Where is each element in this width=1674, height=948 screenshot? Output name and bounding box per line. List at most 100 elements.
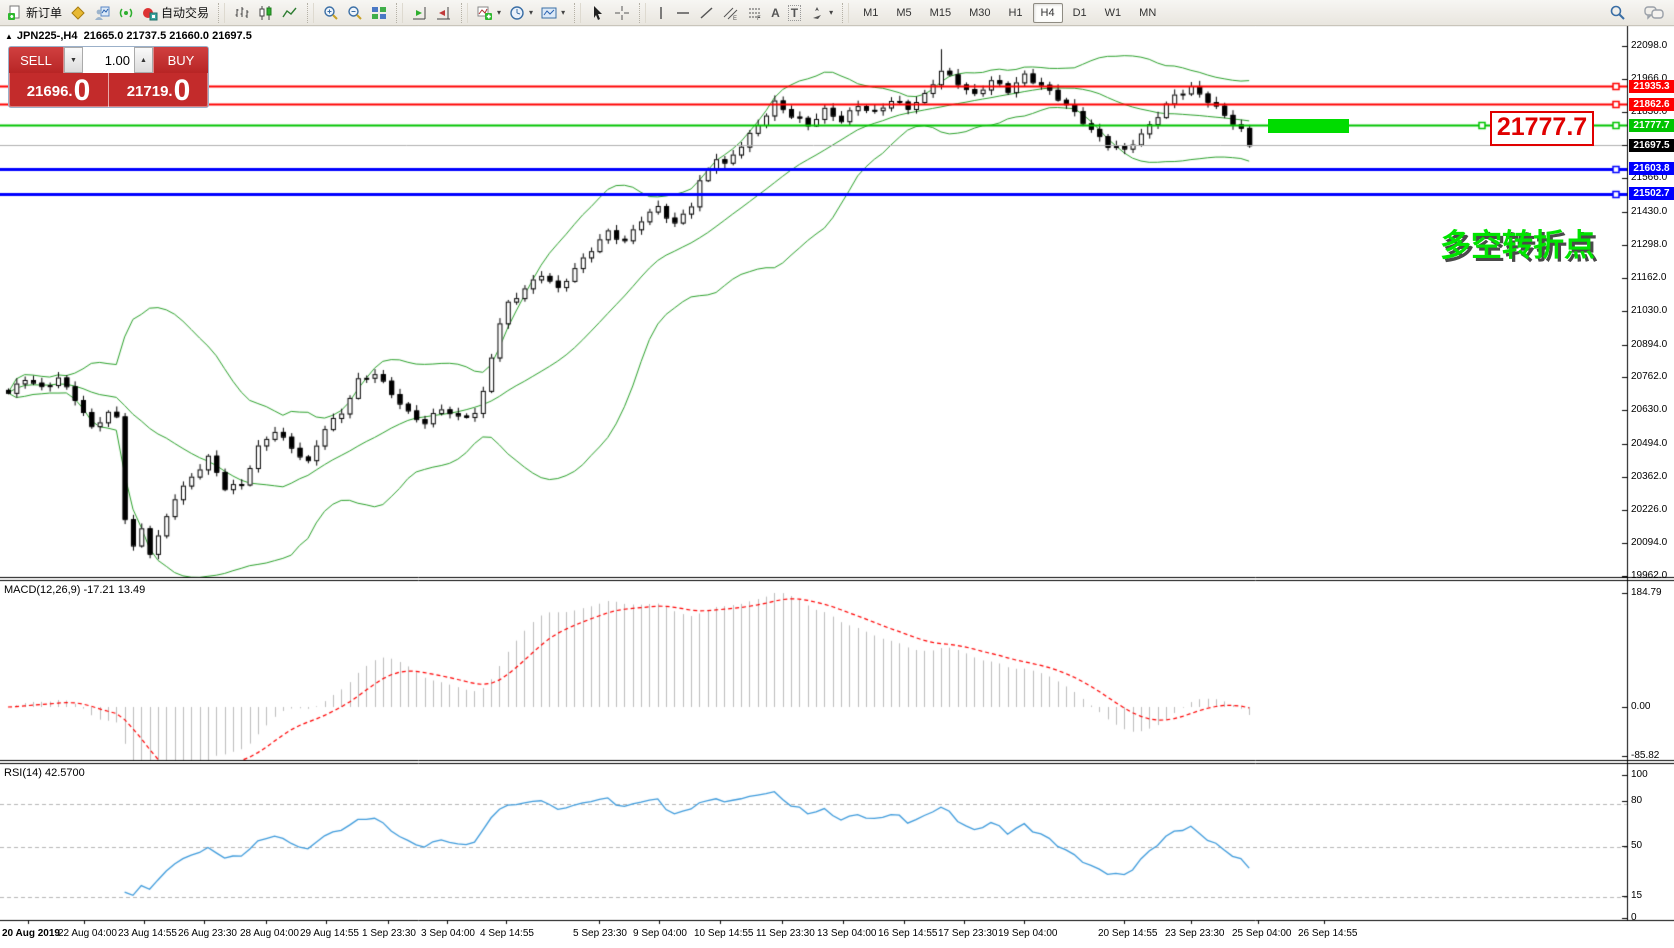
- collapse-arrow-icon[interactable]: ▲: [5, 32, 13, 41]
- timeframe-button-M5[interactable]: M5: [888, 3, 919, 23]
- ohlc-low: 21660.0: [169, 30, 209, 42]
- autotrading-label: 自动交易: [161, 4, 209, 21]
- autotrading-button[interactable]: 自动交易: [138, 1, 213, 24]
- search-button[interactable]: [1605, 1, 1630, 24]
- time-tick-label: 23 Sep 23:30: [1165, 928, 1225, 939]
- time-tick-label: 4 Sep 14:55: [480, 928, 534, 939]
- crosshair-button[interactable]: [610, 2, 634, 24]
- price-level-chip-resistance: 21935.3: [1629, 80, 1674, 93]
- rsi-tick: 15: [1631, 890, 1642, 901]
- ohlc-open: 21665.0: [84, 30, 124, 42]
- line-chart-button[interactable]: [278, 2, 302, 24]
- bar-chart-icon: [234, 5, 250, 21]
- text-label-button[interactable]: T: [784, 2, 805, 24]
- zoom-in-button[interactable]: [319, 2, 343, 24]
- chart-plot-area[interactable]: [0, 0, 1674, 948]
- timeframe-button-M15[interactable]: M15: [922, 3, 959, 23]
- timeframe-button-W1[interactable]: W1: [1097, 3, 1130, 23]
- signal-button[interactable]: [114, 2, 138, 24]
- templates-button[interactable]: ▾: [537, 2, 569, 24]
- time-tick-label: 1 Sep 23:30: [362, 928, 416, 939]
- price-level-chip-support: 21603.8: [1629, 162, 1674, 175]
- price-tick: 21030.0: [1631, 305, 1667, 316]
- arrows-icon: [809, 5, 825, 21]
- sell-price[interactable]: 21696 . 0: [9, 73, 109, 107]
- buy-button[interactable]: BUY: [153, 47, 208, 73]
- ohlc-high: 21737.5: [126, 30, 166, 42]
- timeframe-button-D1[interactable]: D1: [1065, 3, 1095, 23]
- cursor-button[interactable]: [586, 2, 610, 24]
- price-tick: 21430.0: [1631, 206, 1667, 217]
- toolbar-separator: [639, 3, 646, 23]
- trendline-icon: [699, 5, 715, 21]
- sell-button[interactable]: SELL: [9, 47, 64, 73]
- time-tick-label: 29 Aug 14:55: [300, 928, 359, 939]
- timeframe-button-M1[interactable]: M1: [855, 3, 886, 23]
- price-level-chip-pivot: 21777.7: [1629, 119, 1674, 132]
- bar-chart-button[interactable]: [230, 2, 254, 24]
- toolbar: 新订单 自动交易 ▾ ▾ ▾ E F: [0, 0, 1674, 26]
- price-tick: 20094.0: [1631, 537, 1667, 548]
- candlestick-chart-icon: [258, 5, 274, 21]
- chevron-down-icon: ▾: [497, 8, 501, 17]
- arrows-button[interactable]: ▾: [805, 2, 837, 24]
- indicators-button[interactable]: ▾: [473, 2, 505, 24]
- fibonacci-button[interactable]: F: [743, 2, 767, 24]
- chat-button[interactable]: [1640, 2, 1668, 24]
- chart-shift-button[interactable]: [432, 2, 456, 24]
- time-tick-label: 19 Sep 04:00: [998, 928, 1058, 939]
- text-button[interactable]: A: [767, 3, 784, 23]
- toolbar-separator: [574, 3, 581, 23]
- rsi-tick: 0: [1631, 912, 1637, 923]
- tile-windows-button[interactable]: [367, 2, 391, 24]
- auto-scroll-button[interactable]: [408, 2, 432, 24]
- data-window-button[interactable]: [90, 2, 114, 24]
- fibonacci-icon: F: [747, 5, 763, 21]
- chart-ohlc-header: ▲JPN225-,H4 21665.0 21737.5 21660.0 2169…: [5, 30, 252, 42]
- svg-text:F: F: [757, 16, 761, 21]
- volume-input[interactable]: [83, 47, 134, 73]
- volume-increase-button[interactable]: ▲: [134, 47, 153, 73]
- time-tick-label: 26 Aug 23:30: [178, 928, 237, 939]
- sell-price-main: 21696: [27, 79, 69, 105]
- timeframe-button-M30[interactable]: M30: [961, 3, 998, 23]
- equidistant-channel-icon: E: [723, 5, 739, 21]
- search-icon: [1609, 4, 1626, 21]
- new-order-button[interactable]: 新订单: [3, 1, 66, 24]
- vertical-line-button[interactable]: [651, 2, 671, 24]
- text-label-icon: T: [788, 5, 801, 21]
- text-icon: A: [771, 6, 780, 20]
- candlestick-chart-button[interactable]: [254, 2, 278, 24]
- timeframe-button-H1[interactable]: H1: [1000, 3, 1030, 23]
- zoom-out-button[interactable]: [343, 2, 367, 24]
- market-watch-icon: [70, 5, 86, 21]
- auto-scroll-icon: [412, 5, 428, 21]
- price-tick: 19962.0: [1631, 570, 1667, 581]
- symbol-timeframe: JPN225-,H4: [17, 30, 78, 42]
- rsi-tick: 80: [1631, 795, 1642, 806]
- time-tick-label: 9 Sep 04:00: [633, 928, 687, 939]
- periods-button[interactable]: ▾: [505, 2, 537, 24]
- buy-price[interactable]: 21719 . 0: [109, 73, 208, 107]
- time-tick-label: 22 Aug 04:00: [58, 928, 117, 939]
- autotrading-icon: [142, 5, 158, 21]
- trendline-button[interactable]: [695, 2, 719, 24]
- timeframe-group: M1M5M15M30H1H4D1W1MN: [851, 1, 1168, 25]
- zoom-out-icon: [347, 5, 363, 21]
- volume-decrease-button[interactable]: ▼: [64, 47, 83, 73]
- toolbar-separator: [461, 3, 468, 23]
- horizontal-line-icon: [675, 5, 691, 21]
- vertical-line-icon: [655, 5, 667, 21]
- equidistant-channel-button[interactable]: E: [719, 2, 743, 24]
- timeframe-button-H4[interactable]: H4: [1033, 3, 1063, 23]
- timeframe-button-MN[interactable]: MN: [1131, 3, 1164, 23]
- price-level-chip-resistance: 21862.6: [1629, 98, 1674, 111]
- sell-price-dot: .: [68, 79, 72, 105]
- cursor-icon: [590, 5, 606, 21]
- indicators-icon: [477, 5, 493, 21]
- market-watch-button[interactable]: [66, 2, 90, 24]
- buy-price-big-digit: 0: [174, 77, 191, 105]
- horizontal-line-button[interactable]: [671, 2, 695, 24]
- time-tick-label: 5 Sep 23:30: [573, 928, 627, 939]
- price-level-chip-support: 21502.7: [1629, 187, 1674, 200]
